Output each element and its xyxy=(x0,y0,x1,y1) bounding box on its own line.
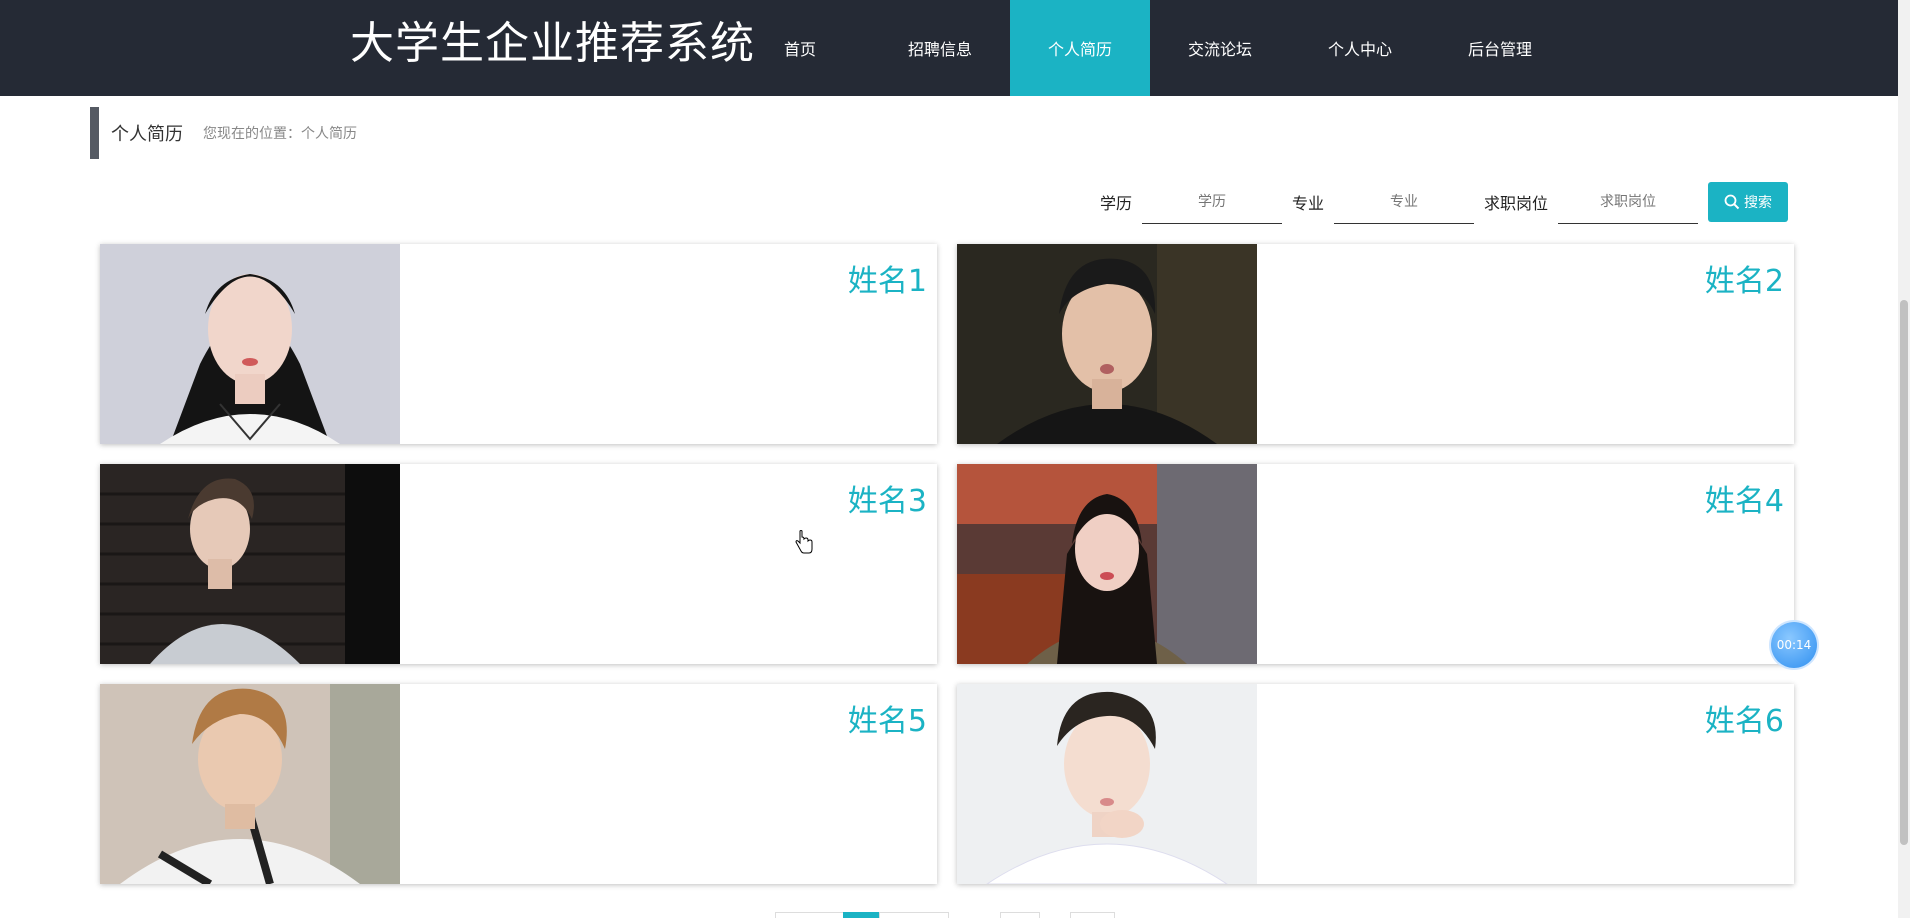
nav-admin[interactable]: 后台管理 xyxy=(1430,0,1570,96)
nav-forum[interactable]: 交流论坛 xyxy=(1150,0,1290,96)
nav-home[interactable]: 首页 xyxy=(730,0,870,96)
resume-card[interactable]: 姓名5 xyxy=(100,684,937,884)
scrollbar-thumb[interactable] xyxy=(1900,300,1908,845)
position-label: 求职岗位 xyxy=(1484,194,1549,213)
avatar xyxy=(957,684,1257,884)
resume-card[interactable]: 姓名4 xyxy=(957,464,1794,664)
site-title: 大学生企业推荐系统 xyxy=(350,18,755,69)
search-icon xyxy=(1724,194,1740,210)
resume-card[interactable]: 姓名3 xyxy=(100,464,937,664)
resume-name: 姓名4 xyxy=(1704,484,1784,519)
breadcrumb: 个人简历 您现在的位置：个人简历 xyxy=(90,107,357,159)
nav-jobs[interactable]: 招聘信息 xyxy=(870,0,1010,96)
pagination-button[interactable] xyxy=(879,912,949,918)
pagination-current-page[interactable] xyxy=(843,912,881,918)
major-label: 专业 xyxy=(1292,194,1325,213)
major-input[interactable] xyxy=(1334,180,1475,224)
avatar xyxy=(100,244,400,444)
breadcrumb-title: 个人简历 xyxy=(111,124,183,145)
resume-card[interactable]: 姓名1 xyxy=(100,244,937,444)
top-navbar: 大学生企业推荐系统 首页 招聘信息 个人简历 交流论坛 个人中心 后台管理 xyxy=(0,0,1898,96)
resume-name: 姓名6 xyxy=(1704,704,1784,739)
resume-name: 姓名1 xyxy=(847,264,927,299)
page: 大学生企业推荐系统 首页 招聘信息 个人简历 交流论坛 个人中心 后台管理 个人… xyxy=(0,0,1910,918)
education-label: 学历 xyxy=(1100,194,1133,213)
avatar xyxy=(957,244,1257,444)
search-button-label: 搜索 xyxy=(1744,194,1773,210)
search-bar: 学历 专业 求职岗位 搜索 xyxy=(1100,180,1789,224)
page-scrollbar[interactable] xyxy=(1898,0,1910,918)
resume-name: 姓名3 xyxy=(847,484,927,519)
hand-cursor-icon xyxy=(795,530,813,554)
avatar xyxy=(100,464,400,664)
breadcrumb-path: 您现在的位置：个人简历 xyxy=(203,126,357,142)
resume-name: 姓名5 xyxy=(847,704,927,739)
main-nav: 首页 招聘信息 个人简历 交流论坛 个人中心 后台管理 xyxy=(730,0,1570,96)
resume-card[interactable]: 姓名6 xyxy=(957,684,1794,884)
nav-resume[interactable]: 个人简历 xyxy=(1010,0,1150,96)
breadcrumb-marker xyxy=(90,107,99,159)
nav-personal-center[interactable]: 个人中心 xyxy=(1290,0,1430,96)
resume-card[interactable]: 姓名2 xyxy=(957,244,1794,444)
resume-name: 姓名2 xyxy=(1704,264,1784,299)
education-input[interactable] xyxy=(1142,180,1283,224)
pagination-button[interactable] xyxy=(1000,912,1040,918)
timer-badge[interactable]: 00:14 xyxy=(1771,622,1817,668)
avatar xyxy=(957,464,1257,664)
position-input[interactable] xyxy=(1558,180,1699,224)
avatar xyxy=(100,684,400,884)
pagination-button[interactable] xyxy=(775,912,845,918)
pagination-button[interactable] xyxy=(1070,912,1115,918)
search-button[interactable]: 搜索 xyxy=(1708,182,1789,222)
